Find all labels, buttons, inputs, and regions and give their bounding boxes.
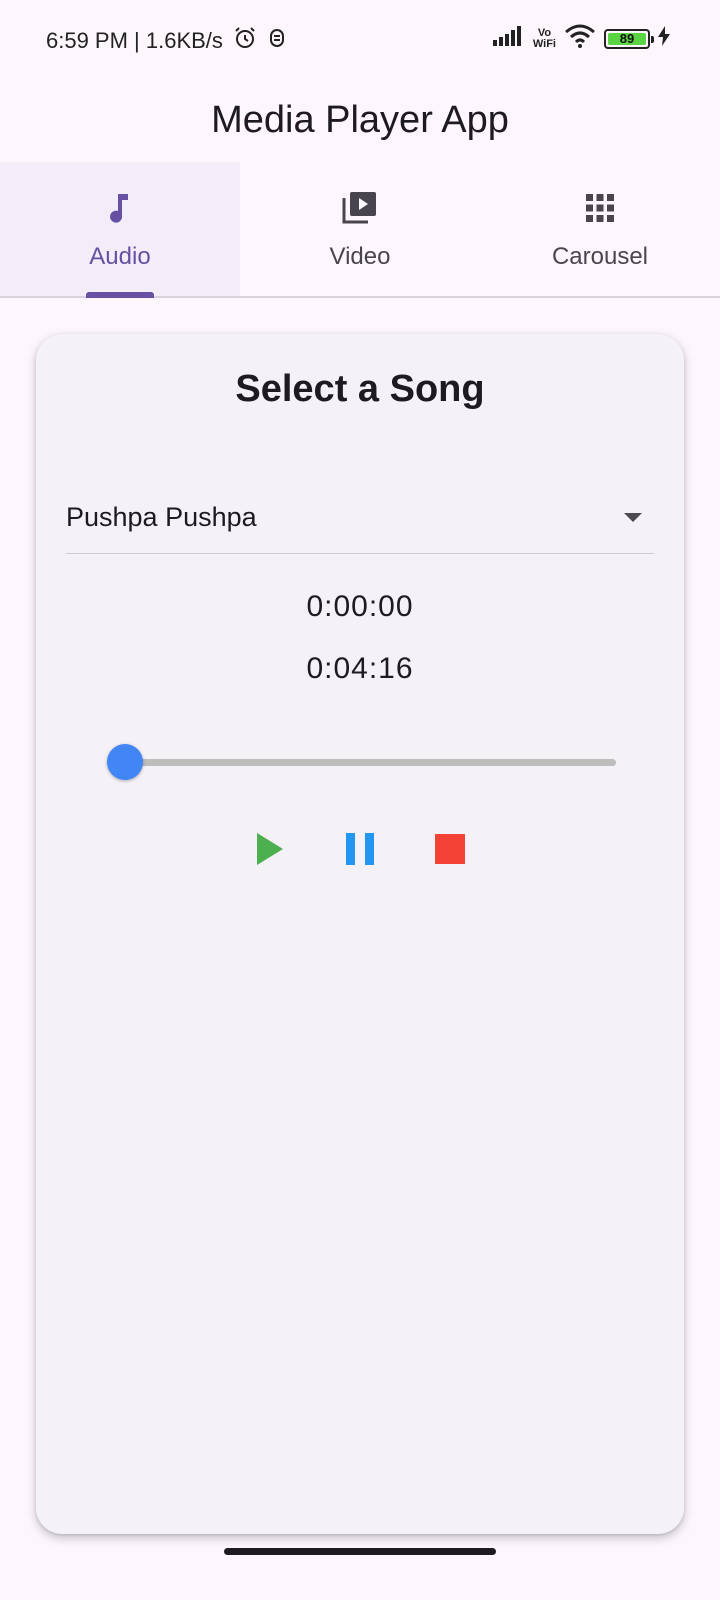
video-library-icon	[340, 188, 380, 233]
app-bar: Media Player App	[0, 80, 720, 160]
total-time: 0:04:16	[306, 652, 414, 685]
battery-level: 89	[608, 31, 646, 46]
tab-carousel[interactable]: Carousel	[480, 162, 720, 296]
seek-slider[interactable]	[107, 744, 616, 780]
tab-video-label: Video	[329, 243, 391, 270]
player-card: Select a Song Pushpa Pushpa 0:00:00 0:04…	[36, 334, 684, 1534]
playback-controls	[36, 826, 684, 876]
tab-audio[interactable]: Audio	[0, 162, 240, 298]
status-right: Vo WiFi 89	[492, 24, 670, 53]
play-button[interactable]	[250, 831, 290, 871]
tab-audio-label: Audio	[89, 243, 151, 270]
stop-icon	[434, 833, 466, 870]
status-left: 6:59 PM | 1.6KB/s	[46, 26, 287, 56]
pause-button[interactable]	[340, 831, 380, 871]
tab-bar: Audio Video Carousel	[0, 162, 720, 298]
pause-icon	[344, 831, 376, 872]
signal-icon	[492, 26, 525, 51]
wifi-icon	[564, 24, 596, 53]
stop-button[interactable]	[430, 831, 470, 871]
notification-icon	[267, 27, 287, 55]
status-time: 6:59 PM | 1.6KB/s	[46, 28, 223, 53]
music-note-icon	[100, 188, 140, 233]
slider-track[interactable]	[110, 759, 616, 766]
page-title: Media Player App	[211, 98, 509, 141]
card-title: Select a Song	[235, 368, 485, 410]
vowifi-icon: Vo WiFi	[532, 26, 556, 50]
alarm-icon	[233, 26, 257, 56]
dropdown-arrow-icon	[624, 513, 642, 522]
charging-icon	[658, 26, 670, 51]
dropdown-selected-value: Pushpa Pushpa	[66, 502, 257, 532]
slider-thumb[interactable]	[107, 744, 143, 780]
song-dropdown[interactable]: Pushpa Pushpa	[66, 482, 654, 554]
current-time: 0:00:00	[306, 590, 414, 623]
tab-carousel-label: Carousel	[551, 243, 649, 270]
apps-grid-icon	[580, 188, 620, 233]
status-bar: 6:59 PM | 1.6KB/s Vo WiFi 89	[0, 0, 720, 80]
battery-icon: 89	[604, 28, 654, 49]
tab-indicator	[86, 292, 154, 298]
play-icon	[255, 831, 285, 872]
tab-video[interactable]: Video	[240, 162, 480, 296]
home-indicator[interactable]	[224, 1548, 496, 1555]
